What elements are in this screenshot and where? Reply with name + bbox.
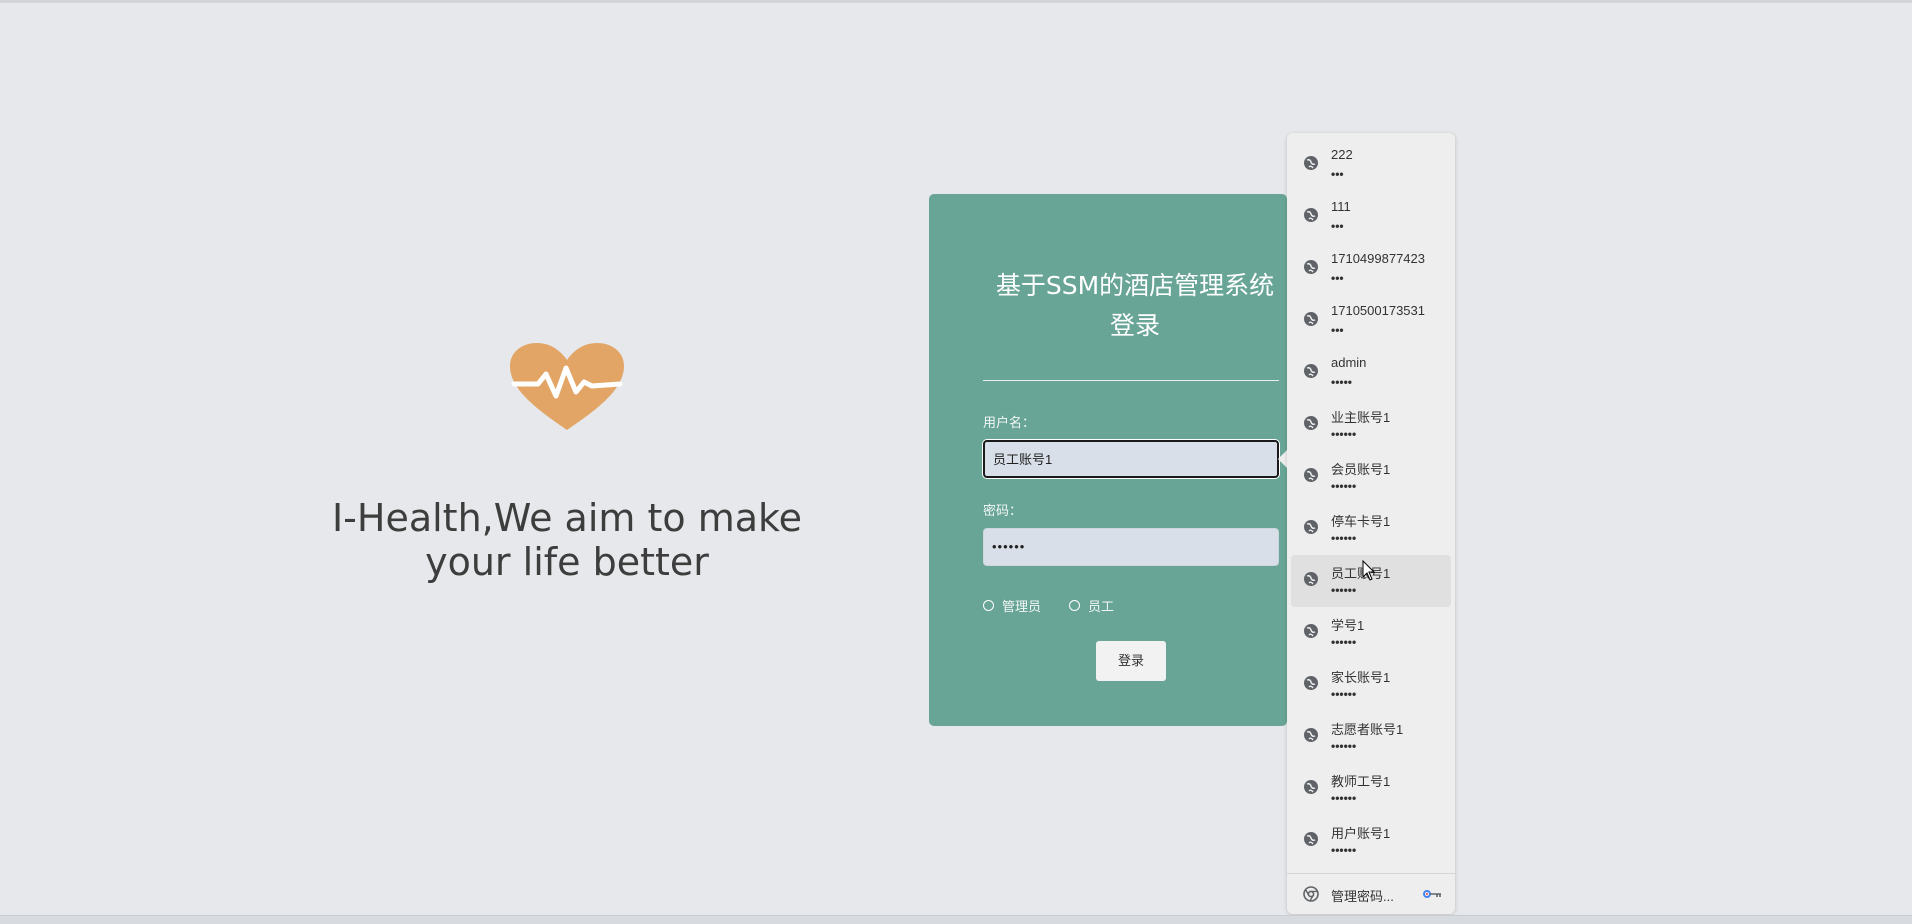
autofill-username: 家长账号1 [1331,670,1391,685]
autofill-username: 志愿者账号1 [1331,722,1404,737]
autofill-caret [1278,450,1287,468]
slogan-line-2: your life better [425,540,709,584]
login-button[interactable]: 登录 [1096,641,1166,681]
password-input[interactable]: •••••• [983,528,1279,566]
autofill-item[interactable]: 家长账号1 •••••• [1291,659,1451,711]
globe-icon [1304,260,1318,274]
autofill-password: ••• [1331,323,1344,337]
globe-icon [1304,520,1318,534]
autofill-username: 用户账号1 [1331,826,1391,841]
autofill-username: 会员账号1 [1331,462,1391,477]
staff-radio[interactable] [1069,600,1081,611]
globe-icon [1304,364,1318,378]
autofill-item[interactable]: 停车卡号1 •••••• [1291,503,1451,555]
password-autofill-dropdown: 222 ••• 111 ••• 1710499877423 ••• 171050… [1287,133,1455,914]
top-border [0,0,1912,3]
autofill-password: ••• [1331,271,1344,285]
autofill-item[interactable]: 会员账号1 •••••• [1291,451,1451,503]
password-label: 密码： [983,503,1023,518]
globe-icon [1304,832,1318,846]
autofill-password: •••••• [1331,635,1357,649]
autofill-item[interactable]: 学号1 •••••• [1291,607,1451,659]
autofill-password: •••••• [1331,739,1357,753]
autofill-item[interactable]: 用户账号1 •••••• [1291,815,1451,867]
role-option-admin[interactable]: 管理员 [983,596,1041,615]
login-title-line-1: 基于SSM的酒店管理系统 [995,271,1275,300]
autofill-password: •••••• [1331,583,1357,597]
globe-icon [1304,780,1318,794]
globe-icon [1304,156,1318,170]
autofill-username: 业主账号1 [1331,410,1391,425]
autofill-username: 员工账号1 [1331,566,1391,581]
slogan-line-1: I-Health,We aim to make [331,496,803,540]
slogan: I-Health,We aim to make your life better [280,496,854,584]
username-input[interactable]: 员工账号1 [983,440,1279,478]
globe-icon [1304,676,1318,690]
autofill-item[interactable]: 222 ••• [1291,139,1451,191]
manage-passwords-label: 管理密码... [1331,889,1394,904]
autofill-username: 1710500173531 [1331,303,1425,318]
globe-icon [1304,208,1318,222]
manage-passwords-item[interactable]: 管理密码... [1291,874,1451,914]
mouse-cursor [1362,560,1376,581]
autofill-password: •••••• [1331,687,1357,701]
globe-icon [1304,312,1318,326]
chrome-icon [1303,886,1319,902]
login-title-line-2: 登录 [1109,311,1160,340]
autofill-username: 222 [1331,147,1353,162]
autofill-username: 1710499877423 [1331,251,1425,266]
login-page: I-Health,We aim to make your life better… [0,0,1912,924]
role-option-staff[interactable]: 员工 [1069,596,1114,615]
autofill-username: 停车卡号1 [1331,514,1391,529]
autofill-password: •••••• [1331,843,1357,857]
role-selector: 管理员 员工 [983,596,1142,615]
autofill-password: •••••• [1331,479,1357,493]
autofill-password: •••••• [1331,531,1357,545]
globe-icon [1304,572,1318,586]
autofill-username: 教师工号1 [1331,774,1391,789]
autofill-item[interactable]: admin ••••• [1291,347,1451,399]
autofill-password: ••• [1331,219,1344,233]
globe-icon [1304,728,1318,742]
globe-icon [1304,624,1318,638]
autofill-item[interactable]: 志愿者账号1 •••••• [1291,711,1451,763]
autofill-username: admin [1331,355,1367,370]
login-title: 基于SSM的酒店管理系统 登录 [983,266,1287,346]
autofill-item[interactable]: 业主账号1 •••••• [1291,399,1451,451]
login-card: 基于SSM的酒店管理系统 登录 用户名： 员工账号1 密码： •••••• 管理… [929,194,1287,726]
autofill-item[interactable]: 1710499877423 ••• [1291,243,1451,295]
admin-radio[interactable] [983,600,994,611]
role-label-staff: 员工 [1088,599,1115,614]
autofill-item[interactable]: 1710500173531 ••• [1291,295,1451,347]
taskbar-strip [0,915,1912,924]
autofill-password: ••••• [1331,375,1353,389]
key-icon [1423,890,1441,898]
autofill-password: •••••• [1331,427,1357,441]
globe-icon [1304,468,1318,482]
username-label: 用户名： [983,415,1036,430]
autofill-username: 学号1 [1331,618,1365,633]
title-divider [983,380,1279,381]
autofill-item[interactable]: 教师工号1 •••••• [1291,763,1451,815]
autofill-item[interactable]: 111 ••• [1291,191,1451,243]
autofill-username: 111 [1331,199,1351,214]
role-label-admin: 管理员 [1002,599,1042,614]
heart-pulse-icon [510,343,624,430]
globe-icon [1304,416,1318,430]
autofill-password: ••• [1331,167,1344,181]
autofill-password: •••••• [1331,791,1357,805]
